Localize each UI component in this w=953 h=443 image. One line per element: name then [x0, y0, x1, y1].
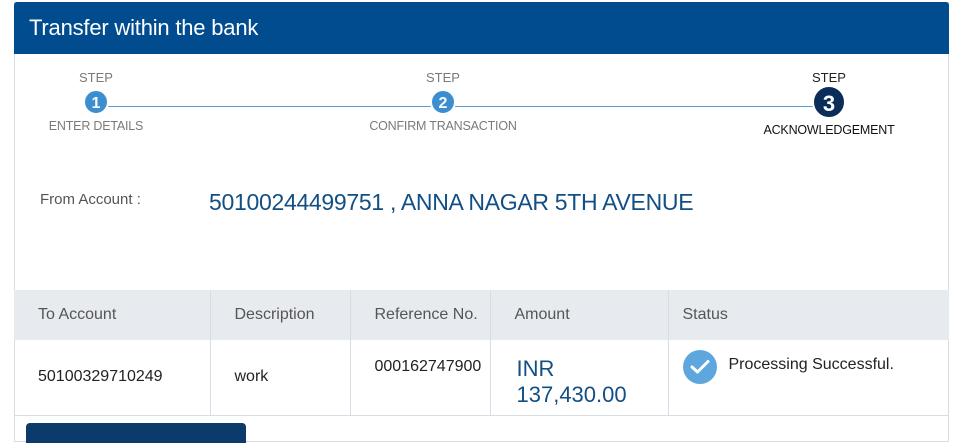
- transfer-panel: Transfer within the bank STEP 1 ENTER DE…: [14, 2, 949, 442]
- status-wrap: Processing Successful.: [682, 340, 950, 384]
- status-text: Processing Successful.: [728, 356, 894, 373]
- page-title: Transfer within the bank: [14, 2, 949, 54]
- table-header-row: To Account Description Reference No. Amo…: [14, 290, 949, 340]
- step-confirm-transaction: STEP 2 CONFIRM TRANSACTION: [343, 55, 543, 133]
- progress-stepper: STEP 1 ENTER DETAILS STEP 2 CONFIRM TRAN…: [15, 55, 950, 155]
- step-number-circle: 3: [812, 85, 846, 119]
- to-account-value: 50100329710249: [38, 368, 163, 385]
- cell-to-account: 50100329710249: [14, 340, 211, 416]
- transaction-table: To Account Description Reference No. Amo…: [14, 290, 949, 416]
- step-title: STEP: [426, 70, 460, 85]
- cell-status: Processing Successful.: [668, 340, 950, 416]
- column-header-amount: Amount: [490, 290, 669, 340]
- reference-value: 000162747900: [374, 358, 482, 375]
- from-account-value: 50100244499751 , ANNA NAGAR 5TH AVENUE: [209, 189, 694, 215]
- column-header-reference: Reference No.: [350, 290, 491, 340]
- cell-amount: INR 137,430.00: [490, 340, 669, 416]
- step-title: STEP: [812, 70, 846, 85]
- from-account-label: From Account :: [40, 191, 141, 208]
- action-button[interactable]: [26, 423, 246, 443]
- description-value: work: [234, 368, 269, 385]
- cell-description: work: [210, 340, 351, 416]
- column-header-to-account: To Account: [14, 290, 211, 340]
- amount-number: 137,430.00: [516, 382, 627, 407]
- step-label: ENTER DETAILS: [48, 119, 144, 133]
- column-header-status: Status: [668, 290, 949, 340]
- from-account-row: From Account : 50100244499751 , ANNA NAG…: [15, 185, 950, 225]
- step-number-circle: 2: [430, 89, 456, 115]
- amount-value: INR 137,430.00: [515, 340, 668, 408]
- step-acknowledgement: STEP 3 ACKNOWLEDGEMENT: [729, 55, 929, 137]
- table-row: 50100329710249 work 000162747900 INR 137…: [14, 340, 950, 416]
- column-header-description: Description: [210, 290, 351, 340]
- amount-currency: INR: [516, 356, 555, 381]
- step-enter-details: STEP 1 ENTER DETAILS: [0, 55, 196, 133]
- step-number-circle: 1: [83, 89, 109, 115]
- cell-reference: 000162747900: [350, 340, 491, 416]
- step-title: STEP: [79, 70, 113, 85]
- step-label: ACKNOWLEDGEMENT: [763, 123, 895, 137]
- step-label: CONFIRM TRANSACTION: [369, 119, 517, 133]
- check-circle-icon: [682, 350, 717, 384]
